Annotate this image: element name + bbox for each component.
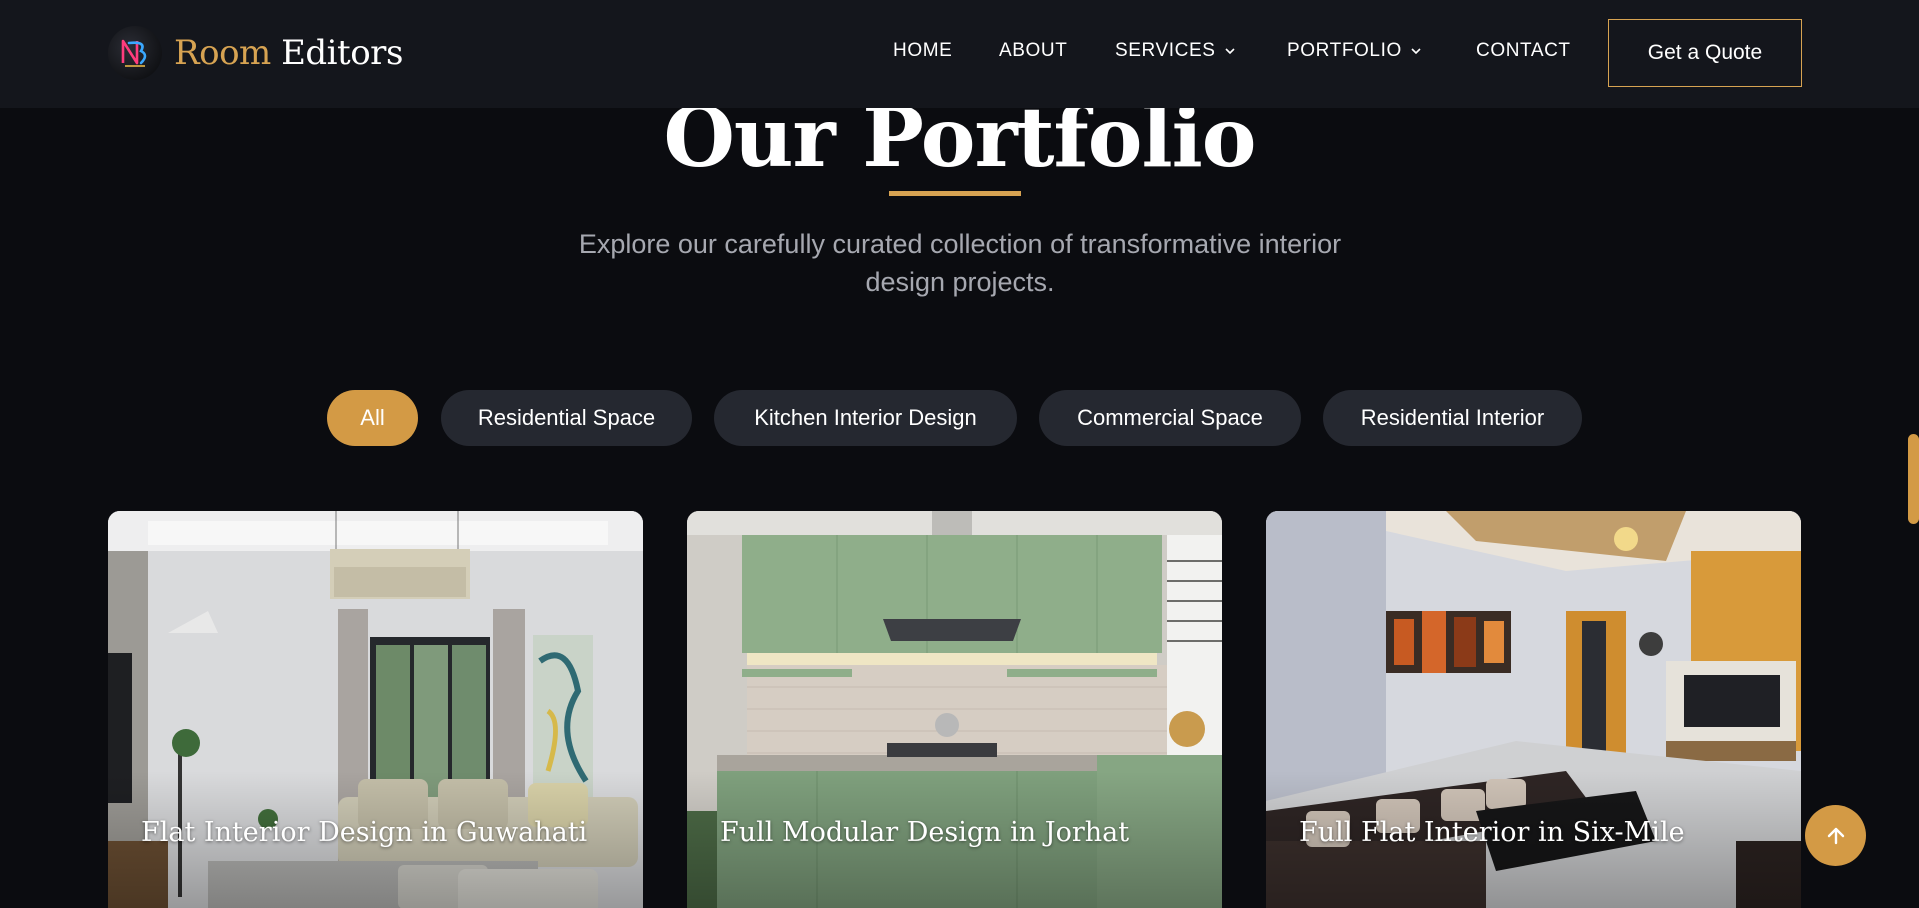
subtitle-line-2: design projects. [865,267,1055,297]
brand-name: Room Editors [174,33,403,73]
get-quote-button[interactable]: Get a Quote [1608,19,1802,87]
filter-residential-interior[interactable]: Residential Interior [1323,390,1582,446]
nav-portfolio[interactable]: PORTFOLIO [1287,40,1422,62]
chevron-down-icon [1224,48,1235,55]
brand-word-editors: Editors [281,33,403,73]
project-title: Full Modular Design in Jorhat [720,817,1130,848]
chevron-down-icon [1411,48,1421,55]
nav-home-label: HOME [893,40,953,61]
logo-icon [108,26,162,80]
project-card-guwahati[interactable]: Flat Interior Design in Guwahati [108,511,643,908]
project-card-six-mile[interactable]: Full Flat Interior in Six-Mile [1266,511,1801,908]
brand-logo[interactable]: Room Editors [108,26,403,80]
title-underline [889,191,1021,196]
nav-contact[interactable]: CONTACT [1476,40,1571,62]
scrollbar-thumb[interactable] [1908,434,1919,524]
project-title: Flat Interior Design in Guwahati [141,817,588,848]
filter-all[interactable]: All [327,390,418,446]
filter-commercial-space[interactable]: Commercial Space [1039,390,1301,446]
nav-services-label: SERVICES [1115,40,1216,61]
filter-residential-space[interactable]: Residential Space [441,390,692,446]
site-header: Room Editors HOME ABOUT SERVICES PORTFOL… [0,0,1919,108]
nav-about[interactable]: ABOUT [999,40,1067,62]
page-subtitle: Explore our carefully curated collection… [520,225,1400,301]
portfolio-filters: All Residential Space Kitchen Interior D… [0,390,1919,446]
subtitle-line-1: Explore our carefully curated collection… [578,229,1342,259]
filter-kitchen-interior-design[interactable]: Kitchen Interior Design [714,390,1017,446]
brand-word-room: Room [174,33,271,73]
nav-home[interactable]: HOME [893,40,952,62]
page: Room Editors HOME ABOUT SERVICES PORTFOL… [0,0,1919,908]
back-to-top-button[interactable] [1805,805,1866,866]
arrow-up-icon [1827,827,1844,844]
nav-contact-label: CONTACT [1476,40,1571,61]
project-title: Full Flat Interior in Six-Mile [1299,817,1685,848]
nav-about-label: ABOUT [999,40,1068,61]
nav-services[interactable]: SERVICES [1115,40,1236,62]
nav-portfolio-label: PORTFOLIO [1287,40,1402,61]
project-card-jorhat[interactable]: Full Modular Design in Jorhat [687,511,1222,908]
